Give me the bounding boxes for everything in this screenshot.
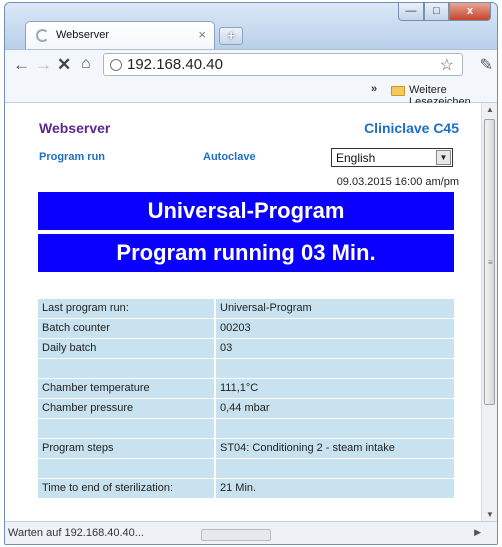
row-label: Batch counter bbox=[38, 319, 214, 338]
new-tab-button[interactable]: + bbox=[219, 27, 243, 45]
table-row bbox=[38, 459, 454, 478]
page-content: Webserver Cliniclave C45 Program run Aut… bbox=[5, 103, 481, 521]
home-icon[interactable]: ⌂ bbox=[81, 55, 91, 73]
table-row bbox=[38, 419, 454, 438]
row-value: 111,1°C bbox=[216, 379, 454, 398]
row-value: 0,44 mbar bbox=[216, 399, 454, 418]
window-controls: — □ x bbox=[398, 3, 491, 23]
row-value: 03 bbox=[216, 339, 454, 358]
status-text: Warten auf 192.168.40.40... bbox=[8, 527, 144, 539]
chevron-down-icon[interactable]: ▼ bbox=[436, 150, 451, 165]
row-label bbox=[38, 359, 214, 378]
row-value: Universal-Program bbox=[216, 299, 454, 318]
horizontal-scrollbar[interactable] bbox=[201, 529, 271, 541]
scrollbar-thumb[interactable]: ≡ bbox=[484, 119, 495, 405]
row-value bbox=[216, 459, 454, 478]
row-value: ST04: Conditioning 2 - steam intake bbox=[216, 439, 454, 458]
info-table: Last program run: Universal-Program Batch … bbox=[38, 299, 454, 499]
row-label: Time to end of sterilization: bbox=[38, 479, 214, 498]
row-value bbox=[216, 419, 454, 438]
tab-close-button[interactable]: × bbox=[198, 27, 206, 42]
device-model: Cliniclave C45 bbox=[364, 120, 459, 136]
close-window-button[interactable]: x bbox=[449, 3, 491, 21]
wrench-icon[interactable]: ✎ bbox=[480, 55, 493, 75]
bookmarks-bar: » Weitere Lesezeichen bbox=[5, 79, 497, 108]
table-row: Program steps ST04: Conditioning 2 - stea… bbox=[38, 439, 454, 458]
browser-toolbar: ← → ✕ ⌂ 192.168.40.40 ☆ ✎ bbox=[5, 49, 497, 79]
grip-icon: ≡ bbox=[488, 258, 493, 267]
table-row: Batch counter 00203 bbox=[38, 319, 454, 338]
language-select[interactable]: English ▼ bbox=[331, 148, 453, 167]
row-label: Program steps bbox=[38, 439, 214, 458]
minimize-button[interactable]: — bbox=[398, 3, 424, 21]
row-label: Chamber pressure bbox=[38, 399, 214, 418]
url-text[interactable]: 192.168.40.40 bbox=[127, 56, 223, 73]
stop-icon[interactable]: ✕ bbox=[57, 55, 71, 75]
folder-icon bbox=[391, 86, 405, 96]
title-bar: Webserver × + — □ x bbox=[5, 3, 497, 49]
row-label bbox=[38, 419, 214, 438]
program-banner: Universal-Program bbox=[38, 192, 454, 230]
forward-arrow-icon[interactable]: → bbox=[35, 55, 52, 75]
status-banner: Program running 03 Min. bbox=[38, 234, 454, 272]
row-label: Last program run: bbox=[38, 299, 214, 318]
datetime: 09.03.2015 16:00 am/pm bbox=[336, 176, 459, 188]
status-bar: Warten auf 192.168.40.40... ▶ bbox=[5, 521, 497, 544]
star-icon[interactable]: ☆ bbox=[440, 55, 454, 75]
table-row: Daily batch 03 bbox=[38, 339, 454, 358]
loading-spinner-icon bbox=[36, 29, 49, 42]
table-row bbox=[38, 359, 454, 378]
browser-window: Webserver × + — □ x ← → ✕ ⌂ 192.168.40.4… bbox=[4, 2, 498, 545]
table-row: Last program run: Universal-Program bbox=[38, 299, 454, 318]
row-label: Daily batch bbox=[38, 339, 214, 358]
row-label bbox=[38, 459, 214, 478]
page-title: Webserver bbox=[39, 120, 111, 136]
maximize-button[interactable]: □ bbox=[424, 3, 449, 21]
browser-tab[interactable]: Webserver × bbox=[25, 21, 215, 49]
tab-title: Webserver bbox=[56, 29, 109, 41]
nav-program-run-link[interactable]: Program run bbox=[39, 151, 105, 163]
vertical-scrollbar[interactable]: ▲ ≡ ▼ bbox=[481, 103, 497, 521]
table-row: Chamber pressure 0,44 mbar bbox=[38, 399, 454, 418]
row-label: Chamber temperature bbox=[38, 379, 214, 398]
table-row: Chamber temperature 111,1°C bbox=[38, 379, 454, 398]
row-value bbox=[216, 359, 454, 378]
globe-icon bbox=[110, 59, 122, 71]
bookmarks-more-button[interactable]: » bbox=[371, 83, 377, 95]
back-arrow-icon[interactable]: ← bbox=[13, 55, 30, 75]
row-value: 00203 bbox=[216, 319, 454, 338]
row-value: 21 Min. bbox=[216, 479, 454, 498]
language-selected-value: English bbox=[336, 151, 376, 165]
table-row: Time to end of sterilization: 21 Min. bbox=[38, 479, 454, 498]
nav-autoclave-link[interactable]: Autoclave bbox=[203, 151, 256, 163]
address-bar[interactable]: 192.168.40.40 ☆ bbox=[103, 53, 463, 76]
scroll-right-icon[interactable]: ▶ bbox=[474, 527, 481, 538]
scroll-down-icon[interactable]: ▼ bbox=[486, 510, 494, 519]
scroll-up-icon[interactable]: ▲ bbox=[486, 105, 494, 114]
